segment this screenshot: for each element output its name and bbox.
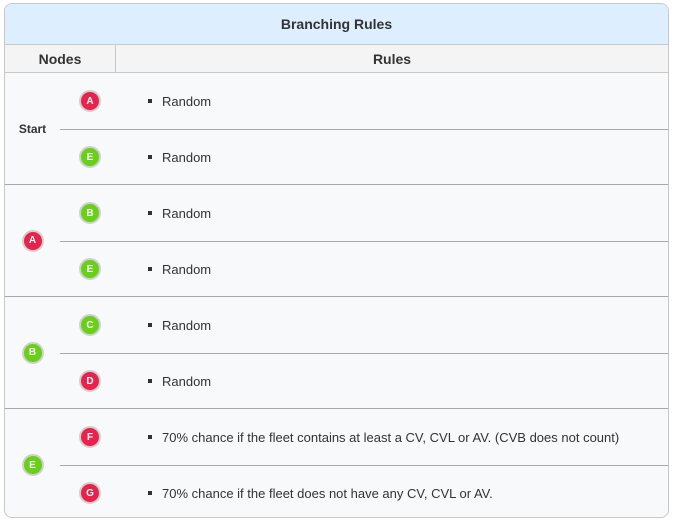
bullet bbox=[148, 491, 152, 495]
node-e-icon: E bbox=[79, 258, 101, 280]
node-b-icon: B bbox=[79, 202, 101, 224]
branch-row: E Random bbox=[60, 241, 668, 297]
bullet bbox=[148, 323, 152, 327]
branch-row: B Random bbox=[60, 185, 668, 242]
node-e-icon: E bbox=[79, 146, 101, 168]
node-f-icon: F bbox=[79, 426, 101, 448]
source-node-b-icon: B bbox=[21, 341, 44, 364]
branch-group-e: E F 70% chance if the fleet contains at … bbox=[5, 409, 668, 517]
node-c-icon: C bbox=[79, 314, 101, 336]
rule-text: Random bbox=[162, 93, 212, 109]
bullet bbox=[148, 211, 152, 215]
branch-group-b: B C Random D Random bbox=[5, 297, 668, 409]
rule-text: Random bbox=[162, 261, 212, 277]
rule-text: Random bbox=[162, 205, 212, 221]
node-d-icon: D bbox=[79, 370, 101, 392]
branch-row: E Random bbox=[60, 129, 668, 185]
rules-column-header: Rules bbox=[372, 50, 412, 67]
rule-text: Random bbox=[162, 373, 212, 389]
rule-text: 70% chance if the fleet does not have an… bbox=[162, 485, 493, 501]
branch-row: C Random bbox=[60, 297, 668, 354]
bullet bbox=[148, 155, 152, 159]
branch-row: A Random bbox=[60, 73, 668, 130]
bullet bbox=[148, 379, 152, 383]
nodes-column-header: Nodes bbox=[5, 45, 116, 72]
branch-row: G 70% chance if the fleet does not have … bbox=[60, 465, 668, 517]
branch-row: D Random bbox=[60, 353, 668, 409]
node-g-icon: G bbox=[79, 482, 101, 504]
source-node-a-icon: A bbox=[21, 229, 44, 252]
source-node-e-icon: E bbox=[21, 454, 44, 476]
table-title: Branching Rules bbox=[5, 4, 668, 45]
branch-group-start: Start A Random E Random bbox=[5, 73, 668, 185]
rule-text: 70% chance if the fleet contains at leas… bbox=[162, 429, 620, 445]
branch-group-a: A B Random E Random bbox=[5, 185, 668, 297]
bullet bbox=[148, 267, 152, 271]
rule-text: Random bbox=[162, 317, 212, 333]
branch-row: F 70% chance if the fleet contains at le… bbox=[60, 409, 668, 466]
node-a-icon: A bbox=[79, 90, 101, 112]
bullet bbox=[148, 99, 152, 103]
table-header: Nodes Rules bbox=[5, 45, 668, 73]
branching-rules-table: Branching Rules Nodes Rules Start A Rand… bbox=[4, 3, 669, 518]
source-label: Start bbox=[18, 121, 47, 136]
bullet bbox=[148, 435, 152, 439]
rule-text: Random bbox=[162, 149, 212, 165]
